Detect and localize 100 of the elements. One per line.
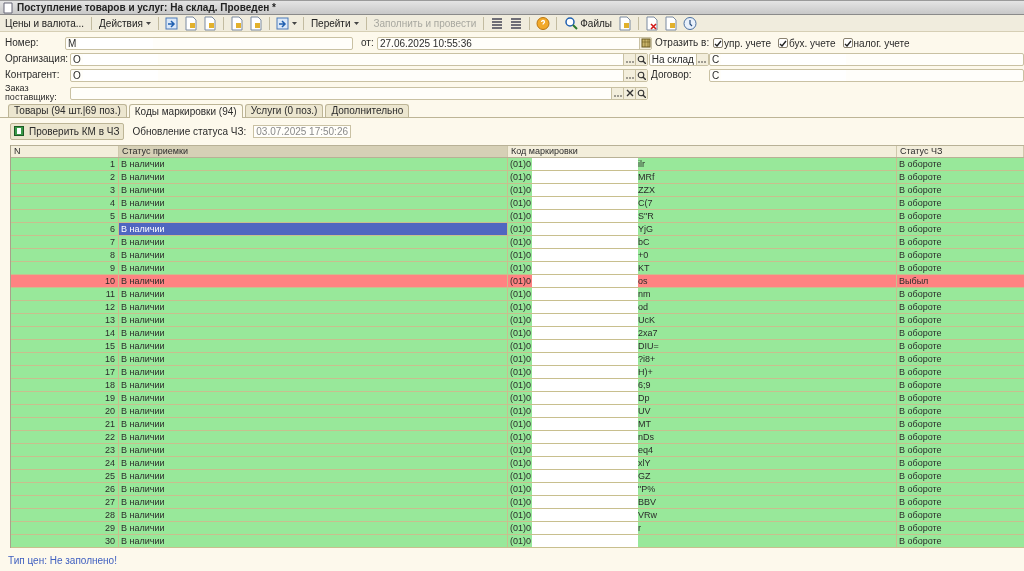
table-cell-text: В обороте (898, 158, 943, 170)
table-cell-text: В обороте (898, 418, 943, 430)
table-row[interactable]: 24 В наличии (01)0 xlY В обороте (11, 457, 1024, 470)
files-button[interactable]: Файлы (562, 15, 614, 31)
table-row[interactable]: 2 В наличии (01)0 MRf В обороте (11, 171, 1024, 184)
table-row[interactable]: 20 В наличии (01)0 UV В обороте (11, 405, 1024, 418)
close-icon[interactable] (625, 89, 634, 97)
toolbar-button[interactable] (274, 15, 298, 31)
table-row[interactable]: 10 В наличии (01)0 os Выбыл (11, 275, 1024, 288)
table-cell-text: (01)0 (509, 379, 532, 391)
toolbar-button[interactable] (535, 15, 552, 31)
table-cell: В наличии (119, 301, 508, 313)
tab[interactable]: Товары (94 шт.|69 поз.) (8, 104, 127, 117)
column-header[interactable]: Статус приемки (119, 146, 508, 157)
table-cell: 6;9 (638, 379, 651, 391)
toolbar-button[interactable] (617, 15, 633, 31)
input-field[interactable]: С (709, 52, 1024, 66)
table-cell: DIU= (638, 340, 659, 352)
table-cell-text: В обороте (898, 353, 943, 365)
table-row[interactable]: 18 В наличии (01)0 6;9 В обороте (11, 379, 1024, 392)
checkbox-box[interactable] (842, 38, 853, 48)
tab[interactable]: Дополнительно (325, 104, 410, 117)
toolbar-button[interactable] (163, 15, 180, 31)
table-row[interactable]: 27 В наличии (01)0 BBV В обороте (11, 496, 1024, 509)
toolbar-button[interactable] (644, 15, 660, 31)
table-cell-text: В обороте (898, 522, 943, 534)
input-field[interactable]: 03.07.2025 17:50:26 (253, 124, 352, 138)
input-field[interactable] (70, 86, 648, 100)
delete-icon (645, 15, 659, 31)
table-cell-text: (01)0 (509, 249, 532, 261)
table-cell-text: В обороте (898, 197, 943, 209)
input-field[interactable]: О (70, 68, 648, 82)
table-cell-text: В обороте (898, 314, 943, 326)
toolbar-button[interactable]: Перейти (308, 15, 361, 31)
input-field[interactable]: С (709, 68, 1024, 82)
table-row[interactable]: 9 В наличии (01)0 KT В обороте (11, 262, 1024, 275)
table-cell: nm (638, 288, 651, 300)
table-row[interactable]: 16 В наличии (01)0 ?i8+ В обороте (11, 353, 1024, 366)
table-cell-text: (01)0 (509, 522, 532, 534)
table-cell: BBV (638, 496, 657, 508)
table-cell: В наличии (119, 275, 508, 287)
table-cell: 2xa7 (638, 327, 658, 339)
table-row[interactable]: 11 В наличии (01)0 nm В обороте (11, 288, 1024, 301)
checkbox[interactable]: бух. учете (778, 35, 836, 51)
checkbox[interactable]: налог. учете (842, 35, 910, 51)
table-row[interactable]: 22 В наличии (01)0 nDs В обороте (11, 431, 1024, 444)
input-field[interactable]: На склад (648, 52, 709, 66)
table-row[interactable]: 29 В наличии (01)0 r В обороте (11, 522, 1024, 535)
table-cell: od (638, 301, 649, 313)
table-row[interactable]: 19 В наличии (01)0 Dp В обороте (11, 392, 1024, 405)
table-row[interactable]: 14 В наличии (01)0 2xa7 В обороте (11, 327, 1024, 340)
table-row[interactable]: 3 В наличии (01)0 ZZX В обороте (11, 184, 1024, 197)
table-row[interactable]: 21 В наличии (01)0 MT В обороте (11, 418, 1024, 431)
search-icon[interactable] (637, 70, 646, 80)
table-row[interactable]: 23 В наличии (01)0 eq4 В обороте (11, 444, 1024, 457)
table-row[interactable]: 28 В наличии (01)0 VRw В обороте (11, 509, 1024, 522)
table-row[interactable]: 15 В наличии (01)0 DIU= В обороте (11, 340, 1024, 353)
input-field[interactable]: 27.06.2025 10:55:36 (377, 36, 652, 50)
toolbar-button[interactable] (663, 15, 679, 31)
table-row[interactable]: 8 В наличии (01)0 +0 В обороте (11, 249, 1024, 262)
caret-icon (353, 21, 359, 25)
check-icon (714, 39, 722, 47)
table-row[interactable]: 4 В наличии (01)0 C(7 В обороте (11, 197, 1024, 210)
tab[interactable]: Услуги (0 поз.) (244, 104, 324, 117)
table-row[interactable]: 6 В наличии (01)0 YjG В обороте (11, 223, 1024, 236)
check-button[interactable]: Проверить КМ в ЧЗ (10, 122, 124, 140)
input-field[interactable]: О (70, 52, 648, 66)
table-cell: ?i8+ (638, 353, 656, 365)
input-field[interactable]: М (65, 36, 353, 50)
search-icon[interactable] (637, 88, 646, 98)
table-row[interactable]: 25 В наличии (01)0 GZ В обороте (11, 470, 1024, 483)
table-cell: В наличии (119, 288, 508, 300)
window-title: Поступление товаров и услуг: На склад. Проведен * (17, 1, 276, 15)
table-row[interactable]: 17 В наличии (01)0 H)+ В обороте (11, 366, 1024, 379)
toolbar-button[interactable] (682, 15, 698, 31)
calendar-icon[interactable] (640, 38, 651, 48)
table-row[interactable]: 5 В наличии (01)0 S"R В обороте (11, 210, 1024, 223)
search-icon[interactable] (637, 54, 646, 64)
tab[interactable]: Коды маркировки (94) (128, 104, 243, 118)
toolbar-button[interactable]: Действия (97, 15, 153, 31)
table-row[interactable]: 1 В наличии (01)0 ilr В обороте (11, 158, 1024, 171)
table-cell-text: В обороте (898, 223, 943, 235)
table-cell: os (638, 275, 648, 287)
checkbox-box[interactable] (778, 38, 788, 48)
field-label: Договор: (651, 70, 693, 80)
table-cell-text: В обороте (898, 457, 943, 469)
column-header[interactable]: Код маркировки (508, 146, 897, 157)
table-row[interactable]: 12 В наличии (01)0 od В обороте (11, 301, 1024, 314)
checkbox[interactable]: упр. учете (713, 35, 771, 51)
checkbox-box[interactable] (713, 38, 723, 48)
table-row[interactable]: 30 В наличии (01)0 В обороте (11, 535, 1024, 548)
price-type-link[interactable]: Тип цен: Не заполнено! (8, 555, 117, 566)
table-cell-text: (01)0 (509, 535, 532, 547)
toolbar-button[interactable]: Цены и валюта... (3, 15, 87, 31)
table-row[interactable]: 13 В наличии (01)0 UcK В обороте (11, 314, 1024, 327)
table-cell: В наличии (119, 353, 508, 365)
table-row[interactable]: 26 В наличии (01)0 "P% В обороте (11, 483, 1024, 496)
table-row[interactable]: 7 В наличии (01)0 bC В обороте (11, 236, 1024, 249)
column-header[interactable]: Статус ЧЗ (897, 146, 1024, 157)
table-cell-text: (01)0 (509, 470, 532, 482)
